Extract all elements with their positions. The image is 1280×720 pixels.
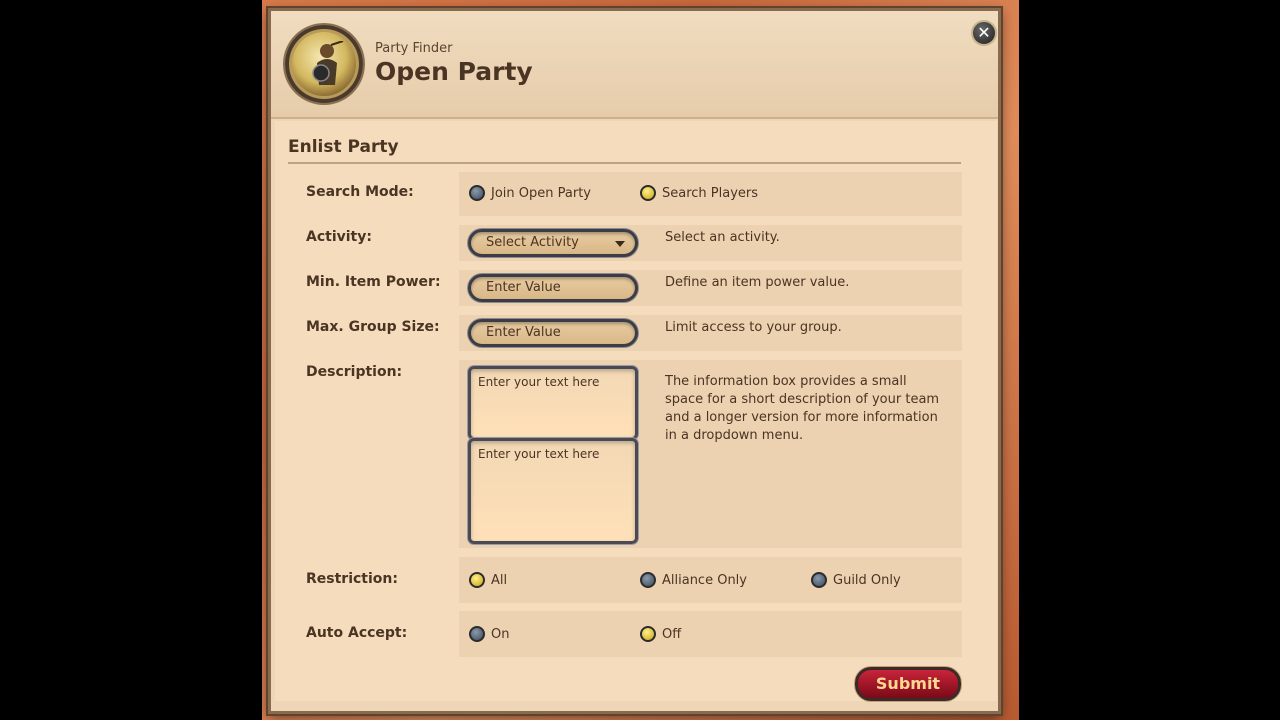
radio-dot-selected	[640, 185, 656, 201]
close-icon: ✕	[977, 23, 991, 42]
radio-dot	[469, 626, 485, 642]
radio-label: On	[491, 626, 510, 642]
party-emblem-icon	[285, 25, 363, 103]
activity-help: Select an activity.	[665, 230, 780, 245]
radio-label: Off	[662, 626, 682, 642]
min-item-power-input[interactable]: Enter Value	[468, 274, 638, 302]
adventurer-figure-icon	[312, 41, 344, 85]
radio-label: Search Players	[662, 185, 759, 201]
activity-label: Activity:	[306, 229, 372, 245]
submit-button[interactable]: Submit	[855, 667, 961, 701]
auto-accept-panel	[459, 611, 962, 657]
radio-dot-selected	[469, 572, 485, 588]
radio-label: All	[491, 572, 508, 588]
letterbox-left	[0, 0, 262, 720]
radio-dot	[811, 572, 827, 588]
radio-restriction-all[interactable]: All	[469, 572, 507, 588]
min-item-power-label: Min. Item Power:	[306, 274, 441, 290]
radio-join-open-party[interactable]: Join Open Party	[469, 185, 591, 201]
activity-dropdown[interactable]: Select Activity	[468, 229, 638, 257]
radio-label: Guild Only	[833, 572, 901, 588]
auto-accept-label: Auto Accept:	[306, 625, 408, 641]
chevron-down-icon	[615, 241, 625, 247]
max-group-size-label: Max. Group Size:	[306, 319, 440, 335]
radio-dot	[469, 185, 485, 201]
restriction-label: Restriction:	[306, 571, 398, 587]
radio-dot-selected	[640, 626, 656, 642]
radio-label: Join Open Party	[491, 185, 591, 201]
window-title: Open Party	[375, 57, 533, 86]
section-divider	[288, 162, 961, 164]
radio-auto-accept-off[interactable]: Off	[640, 626, 681, 642]
description-help: The information box provides a small spa…	[665, 374, 940, 443]
radio-restriction-alliance-only[interactable]: Alliance Only	[640, 572, 747, 588]
letterbox-right	[1019, 0, 1280, 720]
form-body: Enlist Party Search Mode: Join Open Part…	[275, 121, 997, 701]
radio-restriction-guild-only[interactable]: Guild Only	[811, 572, 901, 588]
search-mode-label: Search Mode:	[306, 184, 414, 200]
min-item-power-placeholder: Enter Value	[486, 280, 561, 295]
description-label: Description:	[306, 364, 403, 380]
close-button[interactable]: ✕	[971, 20, 997, 46]
min-item-power-help: Define an item power value.	[665, 275, 850, 290]
window-header: Party Finder Open Party ✕	[271, 11, 998, 119]
party-finder-window: Party Finder Open Party ✕ Enlist Party S…	[268, 8, 1001, 714]
window-subtitle: Party Finder	[375, 41, 453, 56]
long-description-textarea[interactable]: Enter your text here	[468, 438, 638, 544]
radio-label: Alliance Only	[662, 572, 747, 588]
max-group-size-placeholder: Enter Value	[486, 325, 561, 340]
max-group-size-help: Limit access to your group.	[665, 320, 842, 335]
radio-auto-accept-on[interactable]: On	[469, 626, 509, 642]
radio-search-players[interactable]: Search Players	[640, 185, 758, 201]
max-group-size-input[interactable]: Enter Value	[468, 319, 638, 347]
radio-dot	[640, 572, 656, 588]
short-description-textarea[interactable]: Enter your text here	[468, 366, 638, 440]
activity-dropdown-value: Select Activity	[486, 235, 579, 250]
section-title: Enlist Party	[288, 137, 399, 157]
